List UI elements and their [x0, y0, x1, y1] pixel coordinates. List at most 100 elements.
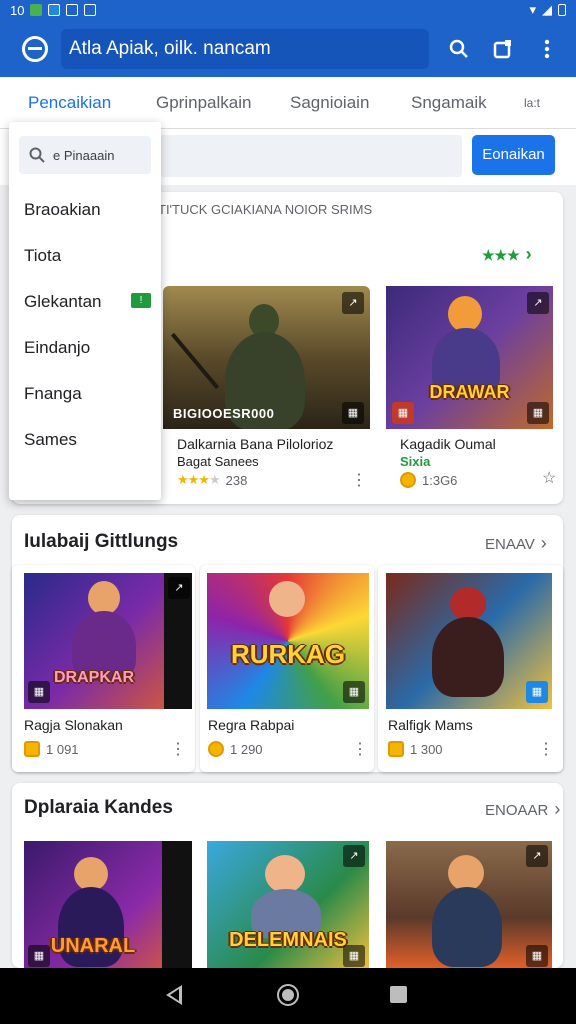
badge-icon: ▦ [392, 402, 414, 424]
badge-icon: ▦ [343, 945, 365, 967]
app-logo-icon[interactable] [22, 35, 48, 62]
tab-sngamaik[interactable]: Sngamaik [411, 77, 487, 129]
expand-icon[interactable]: ↗ [168, 577, 190, 599]
weapon-shape [170, 332, 220, 390]
more-vert-icon[interactable]: ⋮ [352, 739, 368, 759]
game-title: Dalkarnia Bana Pilolorioz [177, 436, 334, 452]
rating-count: 1 091 [46, 741, 79, 757]
tab-overflow[interactable]: la:t [524, 77, 540, 129]
crown-icon [24, 741, 40, 757]
game-rating: 1:3G6 [400, 472, 457, 488]
dropdown-item[interactable]: Tiota [24, 246, 61, 266]
character-head [269, 581, 305, 617]
game-thumbnail[interactable]: UNARAL ▦ [24, 841, 192, 968]
game-rating: ★★★★ 238 [177, 472, 247, 488]
game-card[interactable]: RURKAG ▦ Regra Rabpai 1 290 ⋮ [200, 565, 374, 772]
game-card[interactable]: DRAWAR ↗ ▦ ▦ Kagadik Oumal Sixia 1:3G6 ☆ [380, 286, 561, 496]
app-bar: Atla Apiak, oilk. nancam [0, 20, 576, 77]
more-vert-icon[interactable]: ⋮ [351, 470, 367, 490]
game-thumbnail[interactable]: ↗ ▦ [386, 841, 552, 968]
status-right: ▾ ◢ [529, 2, 566, 18]
expand-icon[interactable]: ↗ [527, 292, 549, 314]
section-2-more-link[interactable]: ENAAV › [485, 533, 547, 554]
more-link-label: ENOAAR [485, 802, 549, 819]
signal-icon: ◢ [542, 2, 552, 17]
game-rating: 1 300 [388, 741, 443, 757]
game-thumbnail: RURKAG ▦ [207, 573, 369, 709]
character-head [448, 855, 484, 891]
chevron-right-icon: › [554, 799, 561, 819]
thumbnail-strip [162, 841, 192, 968]
wifi-icon: ▾ [529, 2, 536, 17]
character-head [88, 581, 120, 615]
dropdown-item[interactable]: Glekantan [24, 292, 102, 312]
coin-icon [208, 741, 224, 757]
filter-button[interactable]: Eonaikan [472, 135, 555, 175]
new-badge: ! [131, 293, 151, 308]
dropdown-item[interactable]: Braoakian [24, 200, 101, 220]
game-thumbnail: DRAWAR ↗ ▦ ▦ [386, 286, 553, 429]
rating-count: 238 [225, 472, 248, 488]
chat-icon [48, 4, 61, 16]
badge-icon: ▦ [526, 681, 548, 703]
badge-icon: ▦ [28, 681, 50, 703]
home-icon[interactable] [277, 984, 299, 1006]
game-card[interactable]: BIGIOOESR000 ↗ ▦ Dalkarnia Bana Pilolori… [163, 286, 370, 496]
more-vert-icon[interactable] [525, 29, 569, 69]
game-logo-text: DRAWAR [429, 382, 510, 402]
chevron-right-icon: › [540, 533, 547, 553]
game-title: Regra Rabpai [208, 717, 295, 733]
expand-icon[interactable]: ↗ [342, 292, 364, 314]
section-2: Iulabaij Gittlungs ENAAV › DRAPKAR ↗ ▦ Ra… [12, 515, 563, 772]
game-title: Ralfigk Mams [388, 717, 473, 733]
dropdown-item[interactable]: Fnanga [24, 384, 82, 404]
badge-icon: ▦ [343, 681, 365, 703]
filter-input[interactable] [160, 135, 462, 177]
dropdown-search-input[interactable]: e Pinaaain [19, 136, 151, 174]
game-subtitle: Sixia [400, 454, 431, 469]
recents-icon[interactable] [390, 986, 407, 1003]
chevron-right-icon: › [525, 244, 532, 264]
dropdown-item[interactable]: Eindanjo [24, 338, 90, 358]
status-time: 10 [10, 2, 25, 18]
game-title: Kagadik Oumal [400, 436, 496, 452]
edit-icon[interactable] [481, 29, 525, 69]
tab-gprinpalkain[interactable]: Gprinpalkain [156, 77, 251, 129]
dropdown-item[interactable]: Sames [24, 430, 77, 450]
game-thumbnail[interactable]: DELEMNAIS ↗ ▦ [207, 841, 369, 968]
expand-icon[interactable]: ↗ [343, 845, 365, 867]
search-input[interactable]: Atla Apiak, oilk. nancam [61, 28, 429, 69]
expand-icon[interactable]: ↗ [526, 845, 548, 867]
game-thumbnail: DRAPKAR ↗ ▦ [24, 573, 192, 709]
bookmark-icon[interactable]: ☆ [542, 468, 556, 488]
messenger-icon [66, 4, 79, 16]
download-icon [84, 4, 97, 16]
rating-stars: ★★★ [482, 247, 520, 263]
character-body [432, 887, 502, 967]
game-card[interactable]: ▦ Ralfigk Mams 1 300 ⋮ [378, 565, 563, 772]
search-icon[interactable] [437, 29, 481, 69]
section-3-more-link[interactable]: ENOAAR › [485, 799, 560, 820]
character-body [432, 617, 504, 697]
character-head [74, 857, 108, 891]
tab-sagnioiain[interactable]: Sagnioiain [290, 77, 369, 129]
back-icon[interactable] [166, 985, 182, 1005]
game-logo-text: RURKAG [230, 639, 346, 669]
featured-more-link[interactable]: ★★★ › [482, 244, 532, 265]
game-card[interactable]: DRAPKAR ↗ ▦ Ragja Slonakan 1 091 ⋮ [12, 565, 195, 772]
status-left: 10 [10, 2, 97, 18]
game-subtitle: Bagat Sanees [177, 454, 259, 469]
coin-icon [400, 472, 416, 488]
game-title: Ragja Slonakan [24, 717, 123, 733]
search-icon [29, 147, 45, 163]
search-input-text: Atla Apiak, oilk. nancam [69, 37, 271, 59]
thumbnail-caption: BIGIOOESR000 [173, 406, 275, 421]
rating-count: 1:3G6 [422, 472, 458, 488]
more-vert-icon[interactable]: ⋮ [170, 739, 186, 759]
more-vert-icon[interactable]: ⋮ [538, 739, 554, 759]
section-3-title: Dplaraia Kandes [24, 797, 173, 818]
dropdown-search-placeholder: e Pinaaain [53, 147, 115, 163]
character-head [450, 587, 486, 621]
section-2-title: Iulabaij Gittlungs [24, 531, 179, 552]
battery-icon [558, 4, 566, 16]
